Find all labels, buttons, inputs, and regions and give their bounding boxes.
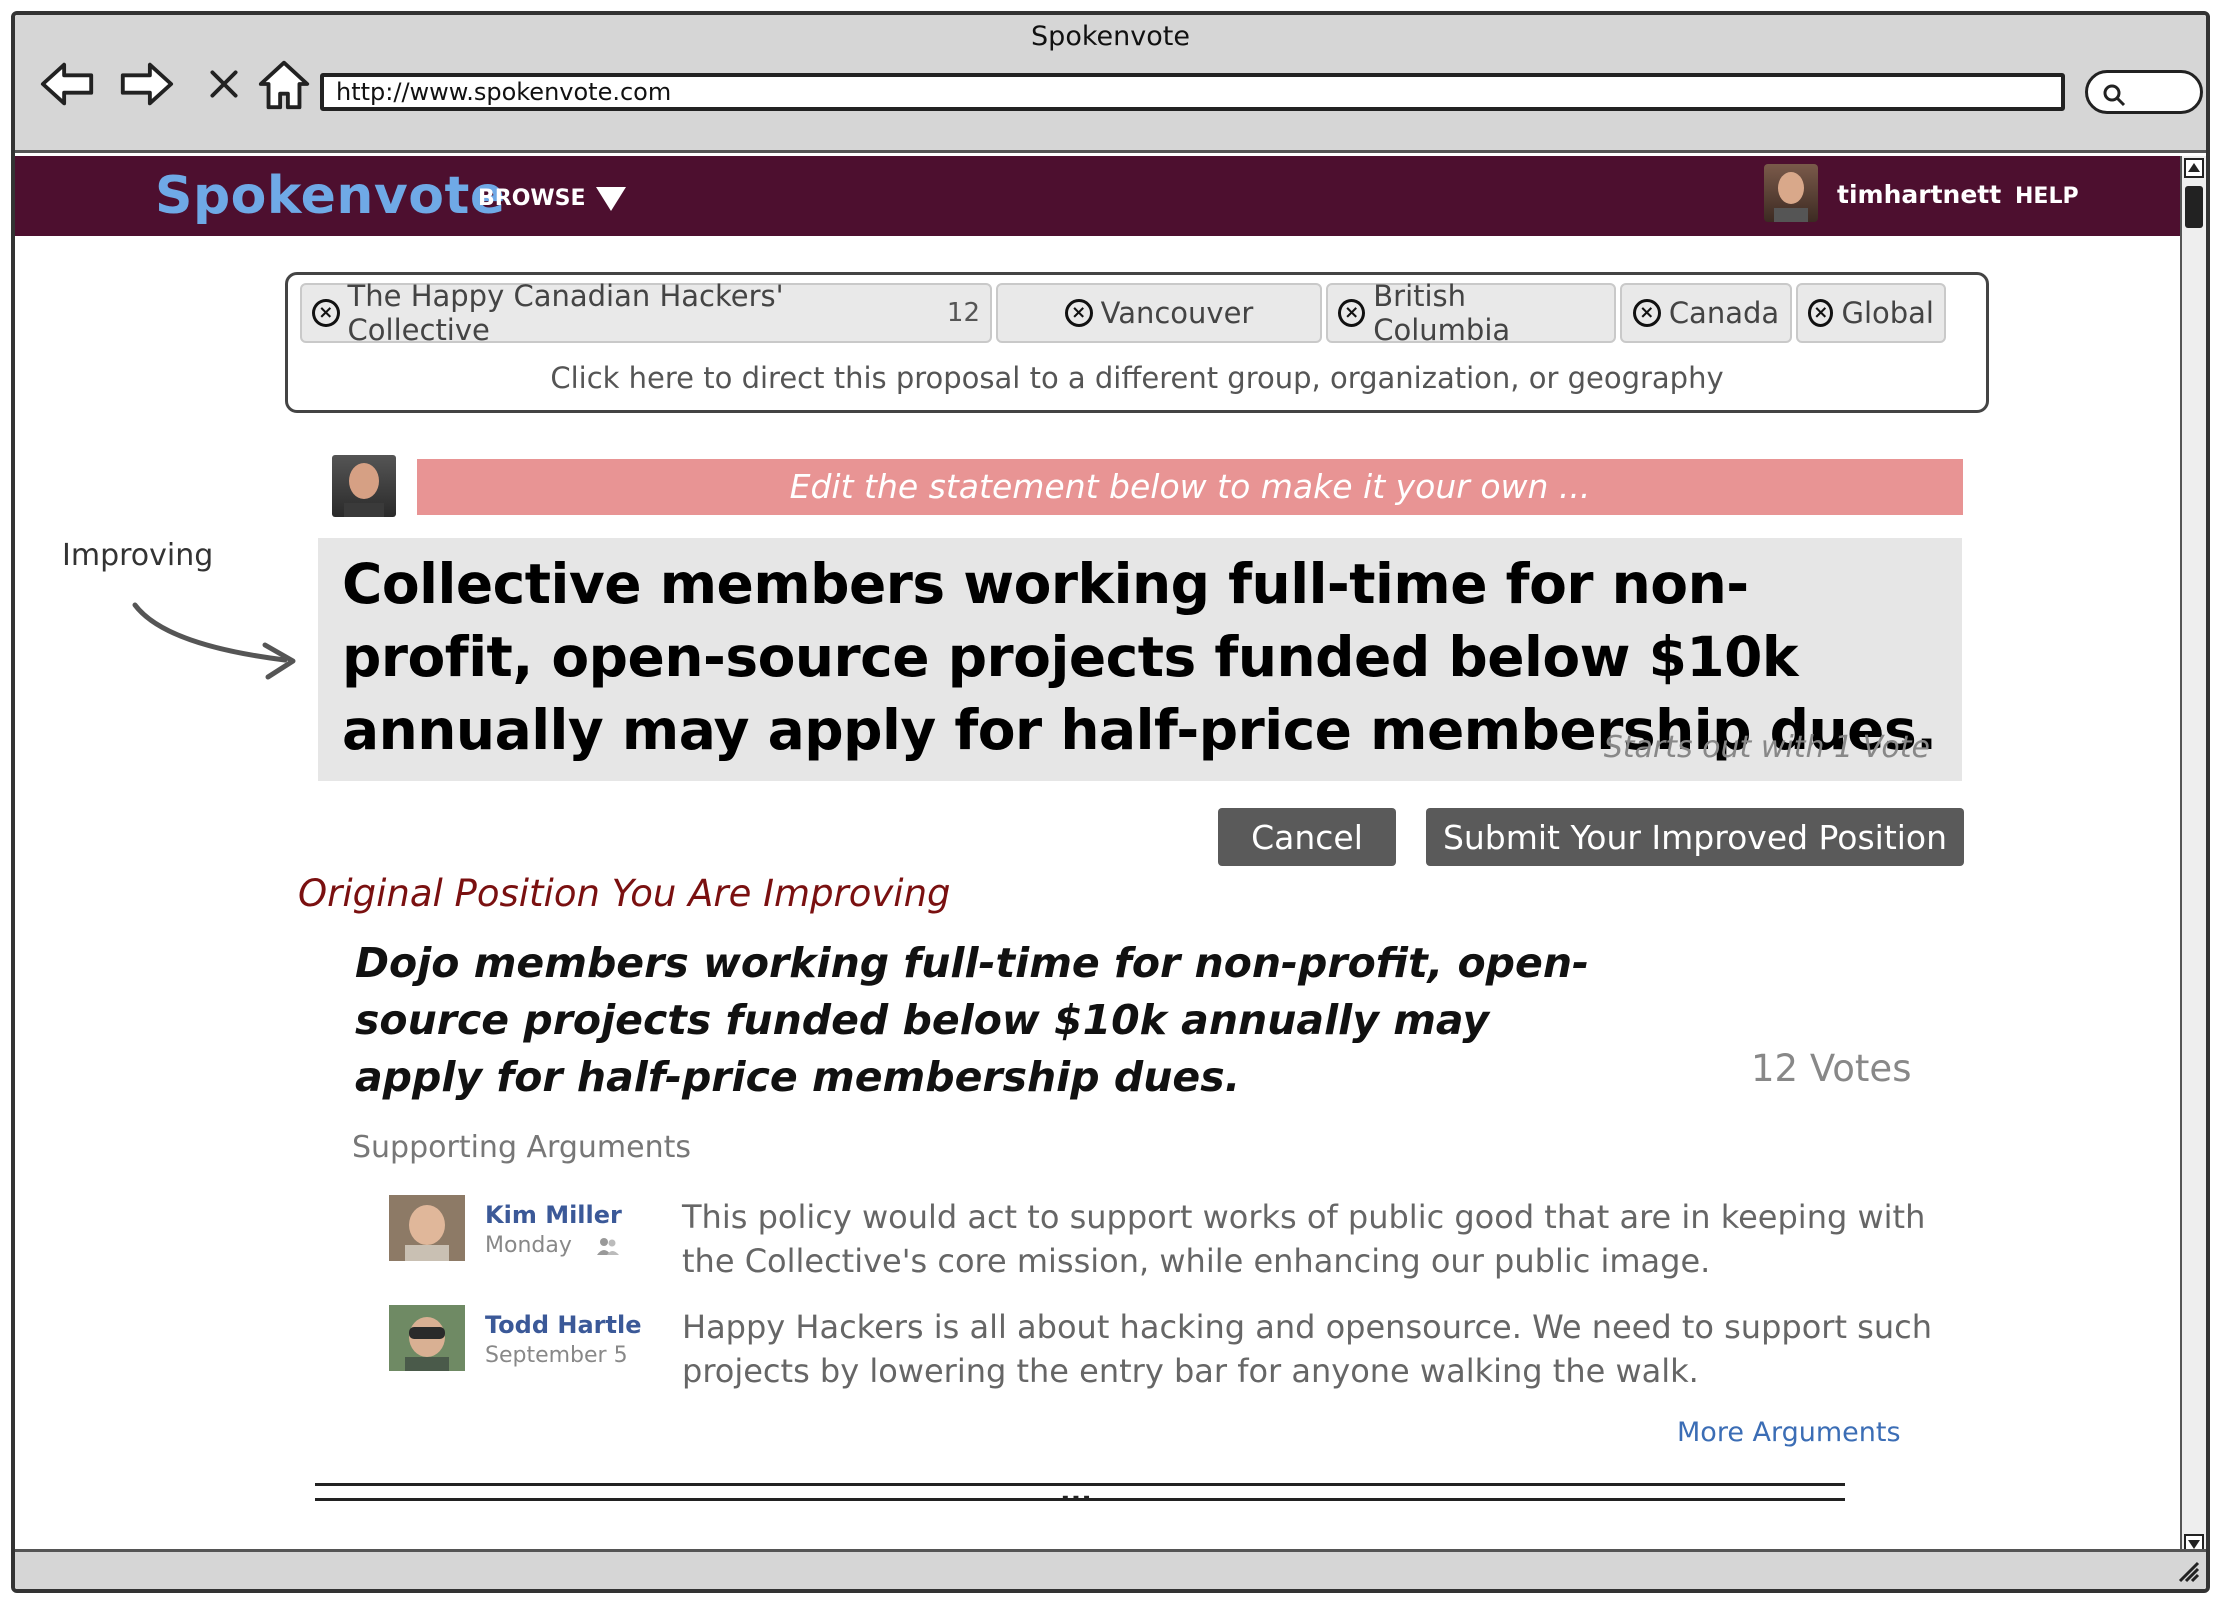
username-link[interactable]: timhartnett [1837,180,2001,209]
tag-country[interactable]: × Canada [1620,283,1792,343]
tag-label: British Columbia [1373,279,1511,347]
supporting-heading: Supporting Arguments [352,1130,691,1165]
url-bar[interactable]: http://www.spokenvote.com [320,73,2065,111]
author-link[interactable]: Kim Miller [485,1201,622,1229]
argument-text: This policy would act to support works o… [682,1198,1926,1280]
user-avatar[interactable] [1764,164,1818,222]
member-count: 12 [946,298,980,328]
tag-label: Canada [1668,296,1780,330]
search-icon [2103,84,2126,107]
tag-global[interactable]: × Global [1796,283,1946,343]
people-icon [596,1238,619,1255]
target-selector[interactable]: × The Happy Canadian Hackers' Collective… [285,272,1989,413]
starting-votes: Starts out with 1 Vote [1603,730,1930,765]
remove-icon[interactable]: × [1338,299,1366,327]
remove-icon[interactable]: × [1808,299,1834,327]
argument-date: Monday [485,1233,619,1258]
target-tags: × The Happy Canadian Hackers' Collective… [300,279,1946,347]
avatar[interactable] [389,1305,465,1371]
date-text: Monday [485,1233,572,1258]
browse-menu[interactable]: BROWSE [478,186,626,211]
original-text: Dojo members working full-time for non-p… [355,939,1590,1101]
resize-grip-icon[interactable] [2174,1557,2200,1583]
remove-icon[interactable]: × [312,299,340,327]
scroll-thumb[interactable] [2185,186,2203,228]
site-header: Spokenvote BROWSE timhartnett HELP [15,156,2188,236]
cancel-button[interactable]: Cancel [1218,808,1396,866]
remove-icon[interactable]: × [1064,299,1093,327]
more-arguments-link[interactable]: More Arguments [1677,1417,1901,1448]
window-title: Spokenvote [1031,21,1190,52]
expand-ellipsis[interactable]: ... [1060,1475,1092,1508]
editor-avatar [332,455,396,517]
improving-annotation: Improving [62,538,214,573]
curved-arrow-icon [132,602,296,680]
site-logo[interactable]: Spokenvote [155,166,506,226]
browser-window: Spokenvote http://www.spokenvote.com Spo… [11,11,2210,1593]
stop-icon[interactable] [193,53,255,115]
edit-banner: Edit the statement below to make it your… [417,459,1963,515]
tag-city[interactable]: × Vancouver [996,283,1322,343]
back-icon[interactable] [37,53,99,115]
browse-label: BROWSE [478,186,586,211]
home-icon[interactable] [253,53,315,115]
target-hint[interactable]: Click here to direct this proposal to a … [288,361,1986,395]
avatar[interactable] [389,1195,465,1261]
argument-text: Happy Hackers is all about hacking and o… [682,1308,1932,1390]
author-link[interactable]: Todd Hartle [485,1311,641,1339]
original-heading: Original Position You Are Improving [298,872,951,915]
browser-search[interactable] [2085,70,2203,114]
tag-label: Global [1841,296,1934,330]
scroll-up-icon[interactable] [2184,158,2204,178]
forward-icon[interactable] [115,53,177,115]
tag-label: Vancouver [1100,296,1254,330]
tag-province[interactable]: × British Columbia [1326,279,1616,347]
argument-date: September 5 [485,1343,628,1368]
argument-item: Todd Hartle September 5 Happy Hackers is… [389,1305,1949,1390]
chevron-down-icon [595,186,626,211]
argument-item: Kim Miller Monday This policy would act … [389,1195,1949,1280]
statement-editor[interactable]: Collective members working full-time for… [318,538,1962,781]
remove-icon[interactable]: × [1632,299,1661,327]
browser-chrome: Spokenvote http://www.spokenvote.com [15,15,2206,153]
submit-button[interactable]: Submit Your Improved Position [1426,808,1964,866]
vote-count: 12 Votes [1751,1047,1912,1090]
vertical-scrollbar[interactable] [2180,156,2206,1556]
help-link[interactable]: HELP [2015,184,2079,209]
tag-label: The Happy Canadian Hackers' Collective [347,279,784,347]
tag-group[interactable]: × The Happy Canadian Hackers' Collective… [300,279,992,347]
status-bar [15,1549,2206,1589]
